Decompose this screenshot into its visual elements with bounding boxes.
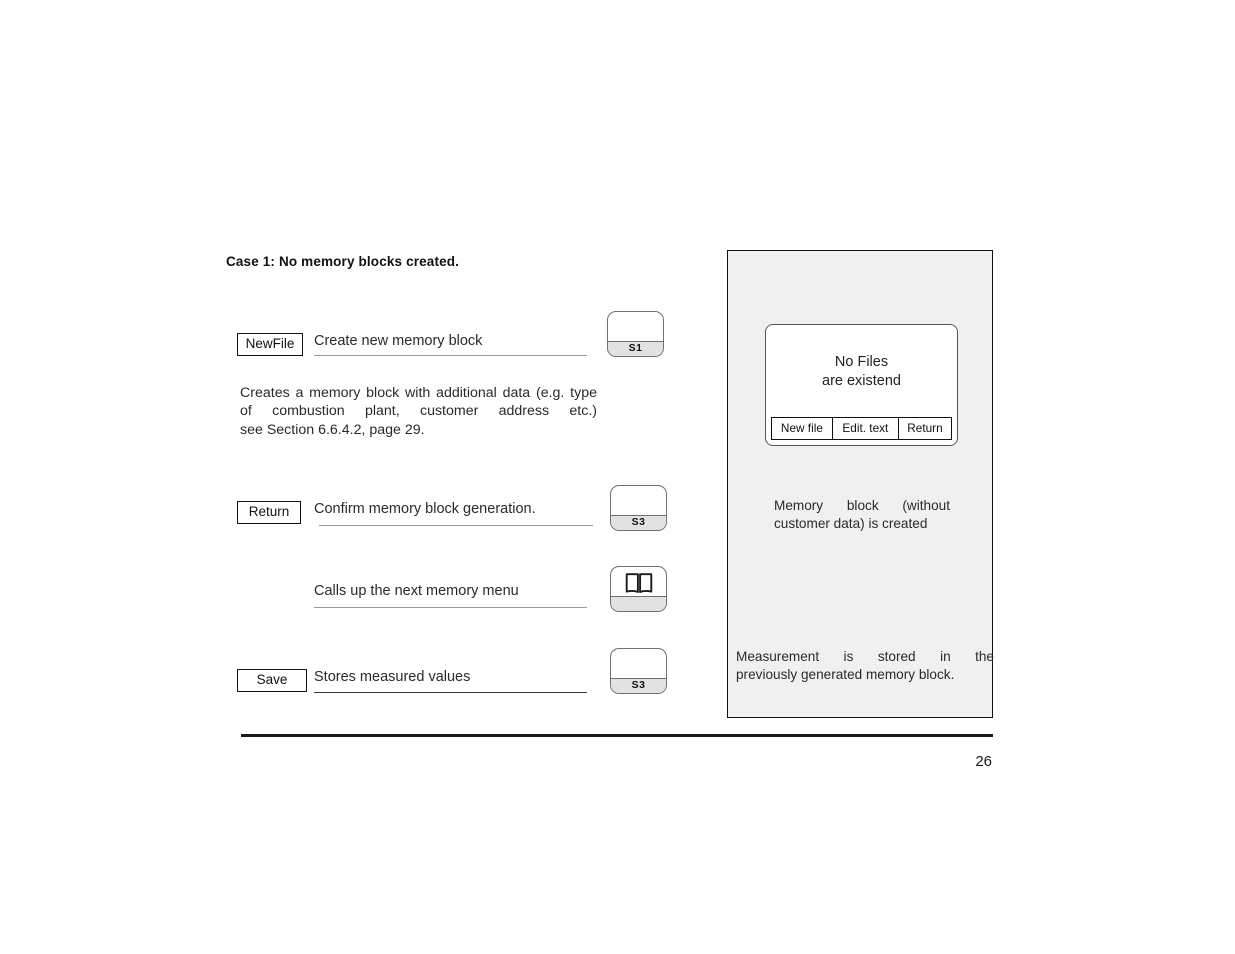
- step-underline: [314, 355, 587, 356]
- key-label-return[interactable]: Return: [237, 501, 301, 525]
- hardware-key-s1[interactable]: S1: [607, 311, 664, 357]
- display-panel: No Files are existend New file Edit. tex…: [727, 250, 994, 718]
- page-number: 26: [975, 753, 992, 770]
- lcd-message-line-2: are existend: [822, 373, 901, 389]
- step-underline: [314, 692, 587, 693]
- lcd-message: No Files are existend: [766, 353, 957, 391]
- hardware-key-book[interactable]: [610, 566, 667, 612]
- key-label-newfile[interactable]: NewFile: [237, 333, 303, 357]
- hardware-key-label: S1: [608, 341, 663, 356]
- lcd-message-line-1: No Files: [834, 354, 889, 370]
- hardware-key-s3[interactable]: S3: [610, 648, 667, 694]
- note-stored-line-1: Measurement is stored in the: [736, 649, 994, 664]
- hardware-key-s3[interactable]: S3: [610, 485, 667, 531]
- softkey-edit-text[interactable]: Edit. text: [833, 418, 899, 439]
- description-paragraph: Creates a memory block with additional d…: [240, 384, 597, 439]
- lcd-softkey-bar: New file Edit. text Return: [771, 417, 952, 440]
- hardware-key-label: [611, 596, 666, 611]
- hardware-key-label: S3: [611, 515, 666, 530]
- book-icon: [625, 573, 652, 593]
- note-stored-line-2: previously generated memory block.: [736, 666, 955, 682]
- note-created-line-2: customer data) is created: [774, 515, 928, 531]
- case-heading: Case 1: No memory blocks created.: [226, 254, 460, 269]
- hardware-key-label: S3: [611, 678, 666, 693]
- key-label-save[interactable]: Save: [237, 669, 307, 693]
- step-text: Confirm memory block generation.: [314, 501, 536, 517]
- note-memory-block-created: Memory block (without customer data) is …: [774, 497, 950, 532]
- step-text: Stores measured values: [314, 669, 471, 685]
- footer-rule: [241, 734, 993, 737]
- lcd-screen: No Files are existend New file Edit. tex…: [765, 324, 958, 446]
- step-underline: [314, 607, 587, 608]
- step-text: Calls up the next memory menu: [314, 583, 519, 599]
- description-line-3: see Section 6.6.4.2, page 29.: [240, 421, 425, 438]
- note-created-line-1: Memory block (without: [774, 498, 950, 513]
- description-line-1: Creates a memory block with additional d…: [240, 385, 565, 401]
- step-underline: [319, 525, 593, 526]
- softkey-new-file[interactable]: New file: [772, 418, 833, 439]
- note-measurement-stored: Measurement is stored in the previously …: [736, 648, 994, 683]
- step-text: Create new memory block: [314, 333, 483, 349]
- softkey-return[interactable]: Return: [899, 418, 951, 439]
